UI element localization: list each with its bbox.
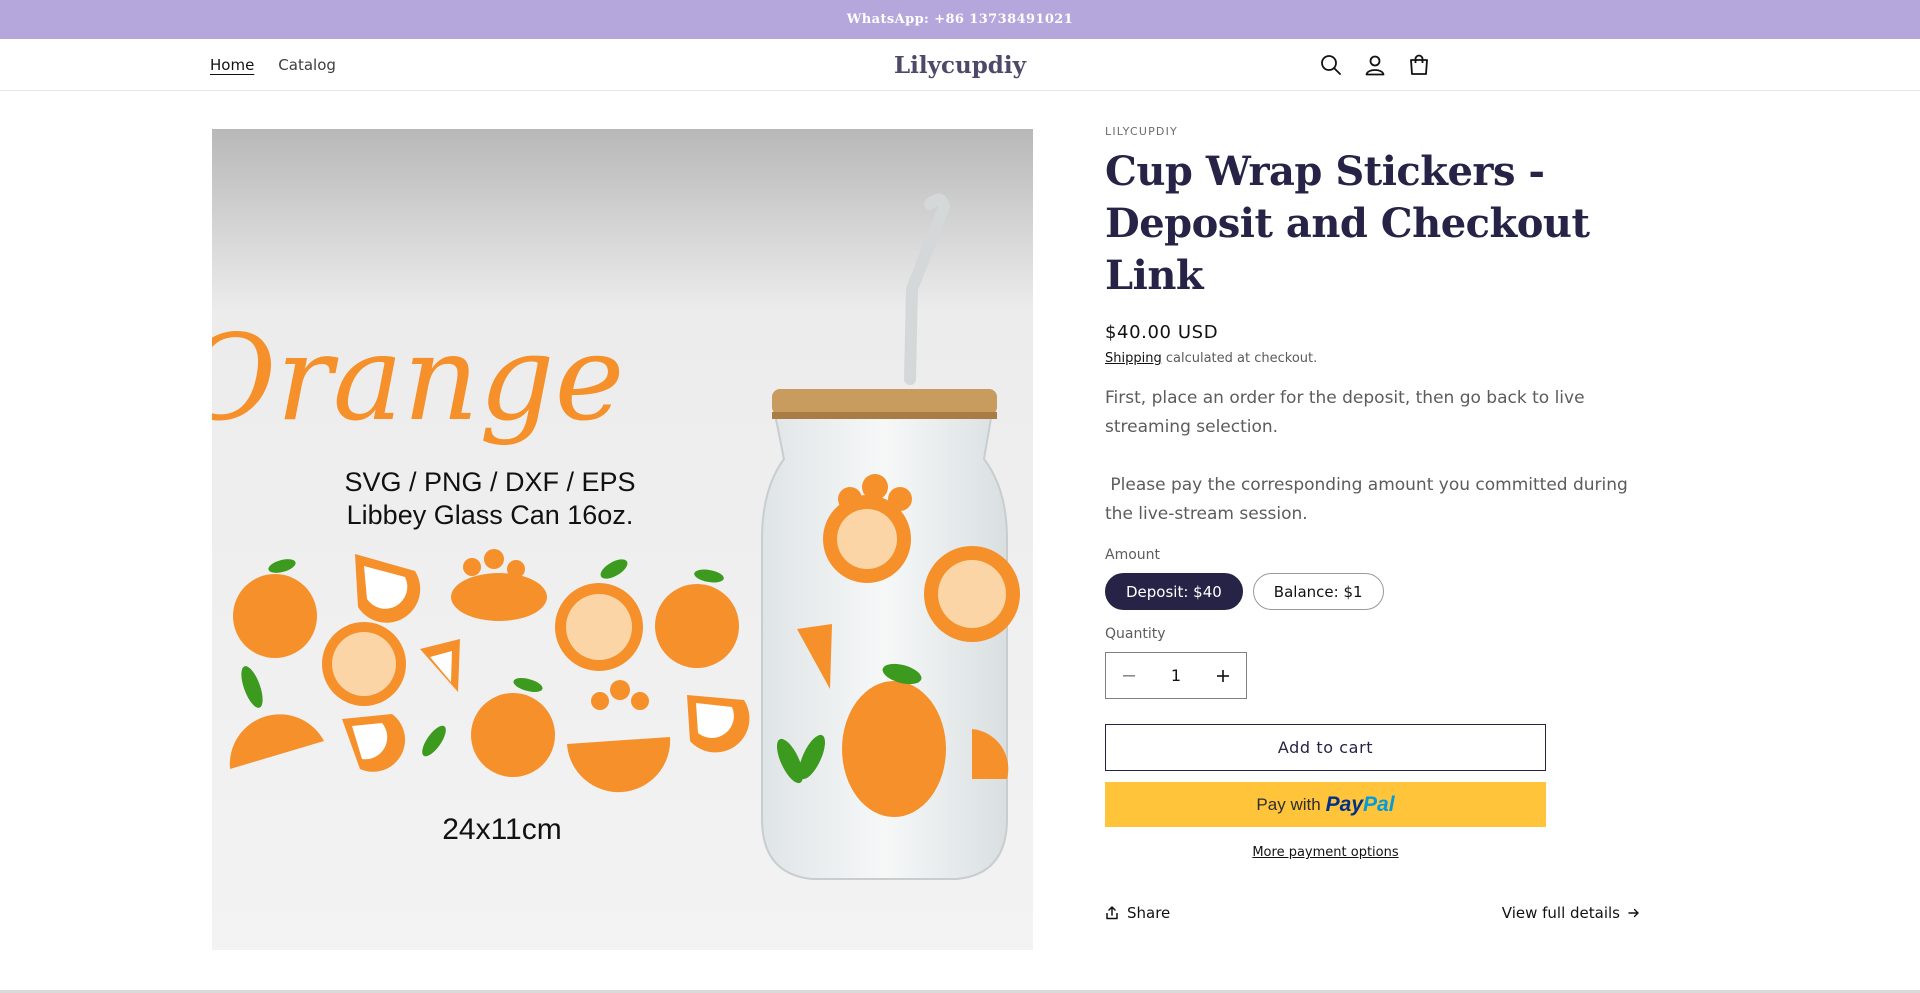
quantity-increase-button[interactable] xyxy=(1200,653,1246,698)
plus-icon xyxy=(1217,669,1229,682)
minus-icon xyxy=(1123,674,1135,677)
more-payment-options-link[interactable]: More payment options xyxy=(1252,845,1398,860)
share-icon xyxy=(1106,906,1118,920)
share-details-row: Share View full details xyxy=(1105,904,1640,922)
product-vendor: LILYCUPDIY xyxy=(1105,125,1178,138)
description-paragraph-1: First, place an order for the deposit, t… xyxy=(1105,388,1585,437)
main-nav: Home Catalog xyxy=(210,39,336,91)
announcement-text: WhatsApp: +86 13738491021 xyxy=(846,12,1074,27)
add-to-cart-button[interactable]: Add to cart xyxy=(1105,724,1546,771)
quantity-decrease-button[interactable] xyxy=(1106,653,1152,698)
share-button[interactable]: Share xyxy=(1105,904,1170,922)
paypal-logo: PayPal xyxy=(1325,792,1395,816)
product-title: Cup Wrap Stickers - Deposit and Checkout… xyxy=(1105,148,1590,299)
quantity-input[interactable]: 1 xyxy=(1156,666,1196,685)
shipping-text: calculated at checkout. xyxy=(1161,351,1318,366)
nav-home-link[interactable]: Home xyxy=(210,56,254,74)
image-script-title: Orange xyxy=(212,309,624,447)
site-header: Home Catalog Lilycupdiy xyxy=(0,39,1920,91)
image-size-text: 24x11cm xyxy=(442,813,562,846)
quantity-stepper: 1 xyxy=(1105,652,1247,699)
amount-option-balance[interactable]: Balance: $1 xyxy=(1252,573,1384,610)
nav-catalog-link[interactable]: Catalog xyxy=(278,56,336,74)
search-icon[interactable] xyxy=(1318,52,1344,78)
site-logo[interactable]: Lilycupdiy xyxy=(894,52,1026,79)
product-image[interactable]: Orange SVG / PNG / DXF / EPS Libbey Glas… xyxy=(212,129,1033,950)
product-info: LILYCUPDIY Cup Wrap Stickers - Deposit a… xyxy=(1105,125,1640,922)
amount-options: Deposit: $40 Balance: $1 xyxy=(1105,573,1640,610)
account-icon[interactable] xyxy=(1362,52,1388,78)
more-payment-wrapper: More payment options xyxy=(1105,841,1546,860)
shipping-link[interactable]: Shipping xyxy=(1105,351,1162,366)
product-price: $40.00 USD xyxy=(1105,322,1219,343)
view-full-details-label: View full details xyxy=(1501,904,1620,922)
paypal-prefix: Pay with xyxy=(1256,794,1321,814)
paypal-button[interactable]: Pay with PayPal xyxy=(1105,782,1546,827)
image-formats-text: SVG / PNG / DXF / EPS xyxy=(344,467,635,497)
announcement-bar: WhatsApp: +86 13738491021 xyxy=(0,0,1920,39)
amount-option-deposit[interactable]: Deposit: $40 xyxy=(1105,573,1243,610)
cart-icon[interactable] xyxy=(1406,52,1432,78)
view-full-details-link[interactable]: View full details xyxy=(1502,904,1640,922)
quantity-label: Quantity xyxy=(1105,626,1166,642)
amount-label: Amount xyxy=(1105,547,1161,563)
image-subtitle-text: Libbey Glass Can 16oz. xyxy=(347,500,634,530)
description-paragraph-2: Please pay the corresponding amount you … xyxy=(1105,475,1634,524)
shipping-note: Shipping calculated at checkout. xyxy=(1105,351,1640,366)
arrow-right-icon xyxy=(1628,908,1639,918)
product-description: First, place an order for the deposit, t… xyxy=(1105,384,1640,529)
share-label: Share xyxy=(1127,904,1171,922)
header-icons xyxy=(1318,39,1432,91)
